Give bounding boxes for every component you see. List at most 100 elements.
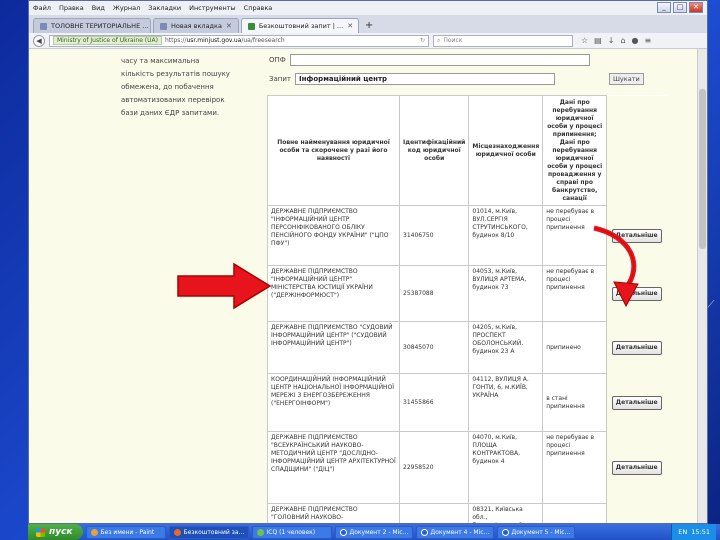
header-state: Дані про перебування юридичної особи у п… <box>542 95 608 206</box>
word-icon <box>339 528 347 536</box>
details-button[interactable]: Детальніше <box>611 395 662 410</box>
search-input[interactable]: ⌕ Поиск <box>433 34 573 47</box>
task-paint[interactable]: Без имени - Paint <box>85 525 166 539</box>
opf-label: ОПФ <box>269 56 286 64</box>
maximize-button[interactable]: □ <box>673 2 687 13</box>
details-button[interactable]: Детальніше <box>611 340 662 355</box>
home-icon[interactable]: ⌂ <box>620 36 625 45</box>
details-button[interactable]: Детальніше <box>611 460 662 475</box>
cell-address: 04112, ВУЛИЦЯ А. ГОНТИ, 6, м.КИЇВ, УКРАЇ… <box>468 373 544 432</box>
cell-action: Детальніше <box>606 373 667 432</box>
menu-history[interactable]: Журнал <box>113 4 140 12</box>
query-row: Запит Інформаційний центр Шукати <box>269 73 644 85</box>
cell-address: 04053, м.Київ, ВУЛИЦЯ АРТЕМА, будинок 73 <box>468 265 544 322</box>
close-tab-icon[interactable]: ✕ <box>347 22 353 30</box>
query-input[interactable]: Інформаційний центр <box>294 73 555 85</box>
curved-arrow-annotation <box>593 225 639 308</box>
scrollbar-thumb[interactable] <box>699 89 706 249</box>
cell-code: 30845070 <box>398 321 470 374</box>
opf-select[interactable] <box>289 54 590 66</box>
task-doc5[interactable]: Документ 5 - Mic... <box>496 525 575 539</box>
tab-new[interactable]: Новая вкладка ✕ <box>153 18 239 33</box>
search-icon: ⌕ <box>437 36 441 44</box>
page-icon <box>40 22 47 30</box>
tab-territorial[interactable]: ТОЛОВНЕ ТЕРИТОРІАЛЬНЕ ... ✕ <box>33 18 151 33</box>
task-doc4[interactable]: Документ 4 - Mic... <box>415 525 494 539</box>
download-icon[interactable]: ↓ <box>608 36 615 45</box>
search-placeholder: Поиск <box>443 37 463 44</box>
vertical-scrollbar[interactable] <box>697 49 707 523</box>
firefox-icon <box>173 528 181 536</box>
word-icon <box>420 528 428 536</box>
clock: 15:51 <box>691 528 710 536</box>
query-label: Запит <box>269 75 291 83</box>
chat-icon[interactable]: ● <box>632 36 639 45</box>
start-button[interactable]: пуск <box>28 524 83 540</box>
task-doc2[interactable]: Документ 2 - Mic... <box>334 525 413 539</box>
word-icon <box>501 528 509 536</box>
cell-name: ДЕРЖАВНЕ ПІДПРИЄМСТВО "СУДОВИЙ ІНФОРМАЦІ… <box>267 321 400 374</box>
star-icon[interactable]: ☆ <box>581 36 588 45</box>
task-label: ICQ (1 человек) <box>266 528 316 536</box>
minimize-button[interactable]: _ <box>657 2 671 13</box>
close-tab-icon[interactable]: ✕ <box>226 22 232 30</box>
close-window-button[interactable]: ✕ <box>689 2 703 13</box>
cell-address: 01014, м.Київ, ВУЛ.СЕРГІЯ СТРУТИНСЬКОГО,… <box>468 205 544 266</box>
search-button[interactable]: Шукати <box>608 73 644 85</box>
reload-icon[interactable]: ↻ <box>420 37 425 44</box>
bookmarks-icon[interactable]: ▤ <box>594 36 602 45</box>
tab-free-search[interactable]: Безкоштовний запит | ... ✕ <box>240 18 359 33</box>
tab-title: Безкоштовний запит | ... <box>258 22 344 30</box>
cell-code: 31455866 <box>398 373 470 432</box>
menu-file[interactable]: Файл <box>33 4 51 12</box>
new-tab-button[interactable]: + <box>361 18 377 33</box>
system-tray: EN 15:51 <box>671 524 716 540</box>
address-bar[interactable]: Ministry of Justice of Ukraine (UA) http… <box>49 34 429 47</box>
cell-state: в стані припинення <box>542 373 608 432</box>
windows-logo-icon <box>36 527 45 537</box>
table-row: КООРДИНАЦІЙНИЙ ІНФОРМАЦІЙНИЙ ЦЕНТР НАЦІО… <box>267 373 667 432</box>
cell-address: 08321, Київська обл., Бориспільський <box>468 503 544 523</box>
task-label: Безкоштовний за... <box>183 528 245 536</box>
task-icq[interactable]: ICQ (1 человек) <box>251 525 332 539</box>
icq-icon <box>256 528 264 536</box>
tab-title: Новая вкладка <box>171 22 222 30</box>
cell-name: ДЕРЖАВНЕ ПІДПРИЄМСТВО "ВСЕУКРАЇНСЬКИЙ НА… <box>267 431 400 504</box>
menu-help[interactable]: Справка <box>244 4 273 12</box>
language-indicator[interactable]: EN <box>678 528 687 536</box>
side-text-line: обмежена, до побачення <box>121 83 214 91</box>
cell-address: 04070, м.Київ, ПЛОЩА КОНТРАКТОВА, будино… <box>468 431 544 504</box>
cell-action: Детальніше <box>606 431 667 504</box>
start-label: пуск <box>49 527 73 537</box>
cell-address: 04205, м.Київ, ПРОСПЕКТ ОБОЛОНСЬКИЙ, буд… <box>468 321 544 374</box>
paint-icon <box>90 528 98 536</box>
side-text-line: бази даних ЄДР запитами. <box>121 109 220 117</box>
cell-code: 22958520 <box>398 431 470 504</box>
tab-title: ТОЛОВНЕ ТЕРИТОРІАЛЬНЕ ... <box>51 22 149 30</box>
cell-name: ДЕРЖАВНЕ ПІДПРИЄМСТВО "ГОЛОВНИЙ НАУКОВО- <box>267 503 400 523</box>
toolbar-icons: ☆ ▤ ↓ ⌂ ● ≡ <box>581 36 651 45</box>
tab-bar: ТОЛОВНЕ ТЕРИТОРІАЛЬНЕ ... ✕ Новая вкладк… <box>29 15 707 33</box>
window-controls: _ □ ✕ <box>657 2 703 13</box>
back-icon[interactable]: ◀ <box>33 34 45 47</box>
page-icon <box>160 22 167 30</box>
cell-state: не перебуває в процесі припинення <box>542 431 608 504</box>
side-text-line: кількість результатів пошуку <box>121 70 230 78</box>
side-text-line: автоматизованих перевірок <box>121 96 225 104</box>
menu-view[interactable]: Вид <box>92 4 105 12</box>
table-row: ДЕРЖАВНЕ ПІДПРИЄМСТВО "ВСЕУКРАЇНСЬКИЙ НА… <box>267 431 667 504</box>
task-browser[interactable]: Безкоштовний за... <box>168 525 249 539</box>
cell-name: КООРДИНАЦІЙНИЙ ІНФОРМАЦІЙНИЙ ЦЕНТР НАЦІО… <box>267 373 400 432</box>
menu-icon[interactable]: ≡ <box>645 36 652 45</box>
header-empty <box>606 95 667 206</box>
table-row: ДЕРЖАВНЕ ПІДПРИЄМСТВО "СУДОВИЙ ІНФОРМАЦІ… <box>267 321 667 374</box>
side-text-line: часу та максимальна <box>121 57 200 65</box>
task-label: Документ 5 - Mic... <box>511 528 571 536</box>
site-identity[interactable]: Ministry of Justice of Ukraine (UA) <box>53 36 162 45</box>
header-code: Ідентифікаційний код юридичної особи <box>398 95 470 206</box>
cell-code: 31406750 <box>398 205 470 266</box>
menu-edit[interactable]: Правка <box>59 4 84 12</box>
menu-tools[interactable]: Инструменты <box>189 4 236 12</box>
menu-bookmarks[interactable]: Закладки <box>148 4 181 12</box>
menu-bar: Файл Правка Вид Журнал Закладки Инструме… <box>29 1 707 15</box>
